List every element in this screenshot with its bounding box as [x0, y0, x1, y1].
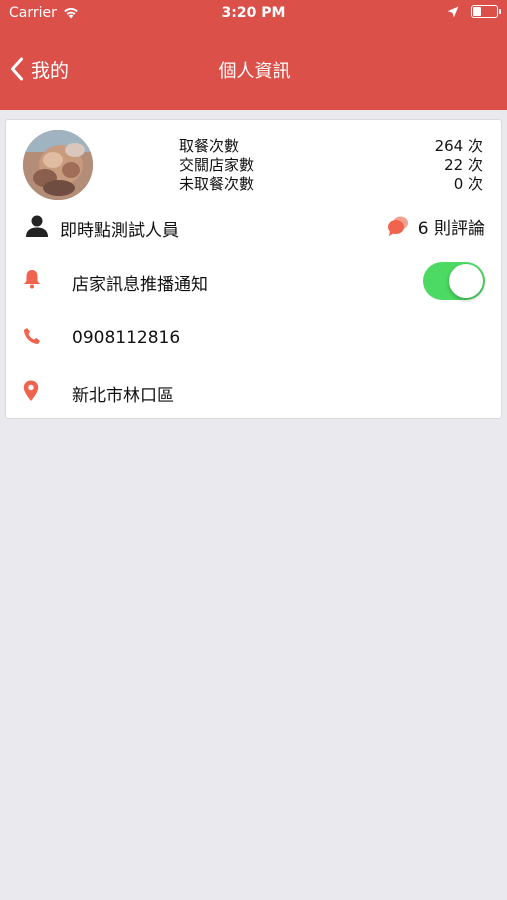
- user-name: 即時點測試人員: [60, 221, 179, 241]
- profile-card: 取餐次數 交關店家數 未取餐次數 264 次 22 次 0 次 即時點測試人員 …: [5, 119, 502, 419]
- status-bar: Carrier 3:20 PM: [0, 0, 507, 28]
- location-row: 新北市林口區: [23, 377, 485, 406]
- reviews-link[interactable]: 6 則評論: [387, 213, 485, 239]
- chat-bubbles-icon: [387, 216, 408, 236]
- stats-values: 264 次 22 次 0 次: [435, 137, 483, 194]
- location-arrow-icon: [447, 6, 459, 17]
- avatar: [23, 130, 93, 200]
- person-icon: [26, 215, 48, 237]
- push-notification-row: 店家訊息推播通知: [23, 262, 485, 300]
- push-notification-label: 店家訊息推播通知: [72, 275, 208, 295]
- status-time: 3:20 PM: [221, 5, 286, 21]
- push-notification-toggle[interactable]: [423, 262, 485, 300]
- page-title-text: 個人資訊: [218, 61, 291, 82]
- map-pin-icon: [23, 380, 39, 401]
- stat-value-missed: 0 次: [453, 175, 483, 193]
- avatar-photo: [23, 130, 93, 200]
- phone-icon: [24, 328, 40, 344]
- toggle-knob: [449, 264, 483, 298]
- navigation-bar: 我的 個人資訊: [0, 44, 507, 94]
- page-title: 個人資訊: [0, 57, 507, 83]
- bell-icon: [24, 270, 40, 289]
- stat-value-pickups: 264 次: [434, 137, 483, 155]
- battery-icon: [471, 5, 501, 18]
- phone-number: 0908112816: [72, 328, 181, 348]
- location-text: 新北市林口區: [72, 386, 174, 406]
- stat-label-stores: 交關店家數: [179, 156, 255, 174]
- stat-label-pickups: 取餐次數: [179, 137, 240, 155]
- status-right: [447, 5, 501, 18]
- stat-value-stores: 22 次: [444, 156, 483, 174]
- header: Carrier 3:20 PM 我的 個人資訊: [0, 0, 507, 110]
- phone-row: 0908112816: [23, 324, 485, 352]
- stat-label-missed: 未取餐次數: [179, 175, 255, 193]
- reviews-count: 6 則評論: [417, 218, 485, 239]
- stats-labels: 取餐次數 交關店家數 未取餐次數: [179, 137, 254, 194]
- user-name-row: 即時點測試人員 6 則評論: [23, 213, 485, 241]
